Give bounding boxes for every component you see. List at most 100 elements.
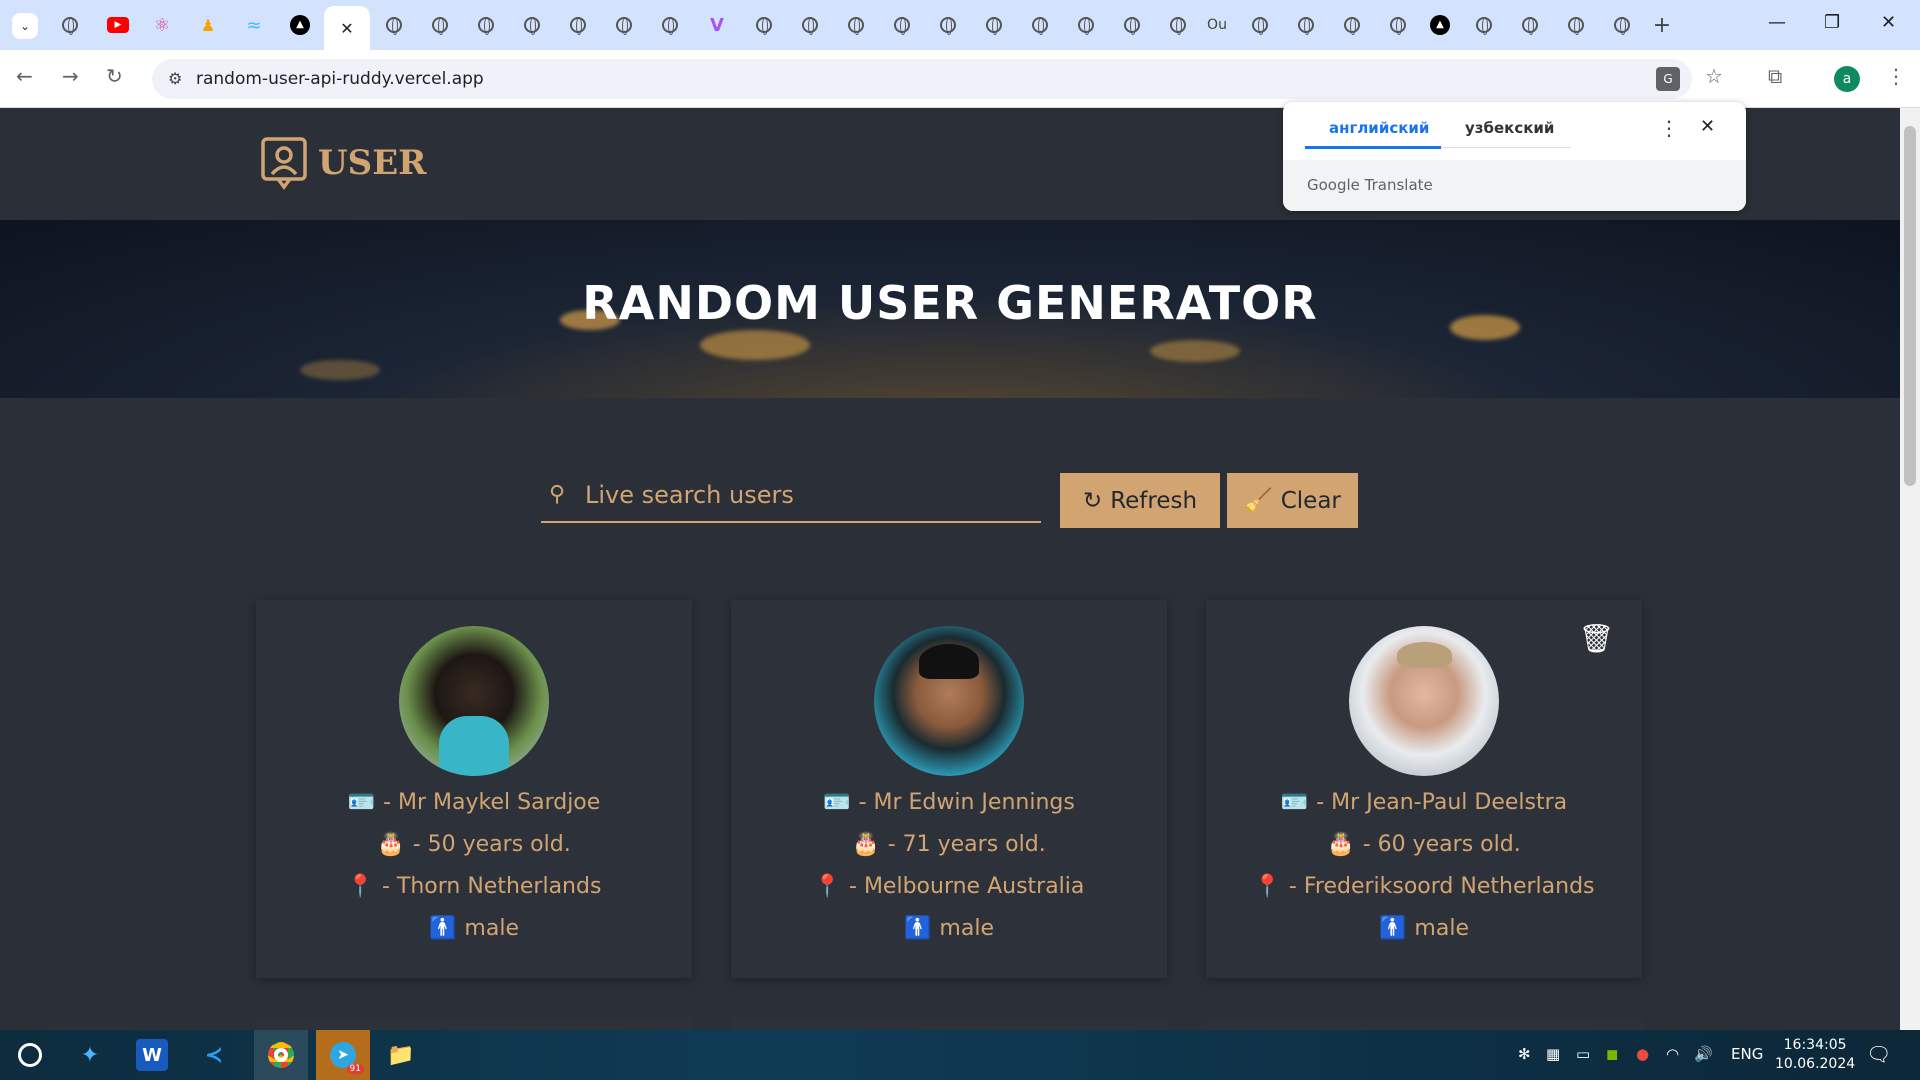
- tab-globe-24[interactable]: [1516, 11, 1544, 39]
- new-tab-button[interactable]: +: [1648, 11, 1676, 39]
- tab-vercel-2[interactable]: ▲: [1426, 11, 1454, 39]
- tab-globe-26[interactable]: [1608, 11, 1636, 39]
- tab-youtube[interactable]: ▶: [104, 11, 132, 39]
- globe-icon: [1170, 17, 1186, 35]
- banner-title: RANDOM USER GENERATOR: [582, 276, 1318, 330]
- battery-icon[interactable]: ▭: [1576, 1045, 1590, 1063]
- restore-icon[interactable]: ❐: [1824, 12, 1840, 33]
- tab-globe-15[interactable]: [1026, 11, 1054, 39]
- address-bar[interactable]: ⚙ random-user-api-ruddy.vercel.app G: [152, 59, 1692, 99]
- react-icon: ⚛: [153, 14, 171, 36]
- start-icon[interactable]: [14, 1039, 46, 1071]
- vercel-icon: ▲: [290, 15, 310, 35]
- tab-globe-20[interactable]: [1292, 11, 1320, 39]
- user-gender: 🚹 male: [731, 916, 1167, 941]
- tab-tailwind[interactable]: ≈: [240, 11, 268, 39]
- menu-icon[interactable]: ⋮: [1886, 64, 1906, 88]
- tab-search-button[interactable]: ⌄: [12, 13, 38, 39]
- scrollbar[interactable]: [1900, 108, 1920, 1030]
- person-icon: 🚹: [429, 916, 457, 941]
- age-text: - 50 years old.: [412, 832, 571, 857]
- translate-icon[interactable]: G: [1656, 67, 1680, 91]
- id-card-icon: 🪪: [1280, 790, 1309, 815]
- tab-app[interactable]: ♟: [194, 11, 222, 39]
- user-name: 🪪 - Mr Edwin Jennings: [731, 790, 1167, 815]
- tab-globe-11[interactable]: [842, 11, 870, 39]
- tab-globe-12[interactable]: [888, 11, 916, 39]
- tab-globe-17[interactable]: [1118, 11, 1146, 39]
- clock[interactable]: 16:34:05 10.06.2024: [1775, 1036, 1855, 1074]
- source-language-tab[interactable]: английский: [1329, 119, 1429, 137]
- tab-globe-23[interactable]: [1470, 11, 1498, 39]
- site-logo[interactable]: USER: [260, 136, 426, 190]
- cake-icon: 🎂: [852, 832, 880, 857]
- tab-globe-10[interactable]: [796, 11, 824, 39]
- person-icon: 🚹: [904, 916, 932, 941]
- notifications-icon[interactable]: 🗨: [1866, 1042, 1891, 1066]
- pin-app-icon[interactable]: ✦: [74, 1039, 106, 1071]
- tab-active[interactable]: ✕: [324, 6, 370, 50]
- tab-globe-14[interactable]: [980, 11, 1008, 39]
- tab-globe-25[interactable]: [1562, 11, 1590, 39]
- bookmark-star-icon[interactable]: ☆: [1705, 64, 1723, 88]
- more-options-icon[interactable]: ⋮: [1659, 116, 1679, 140]
- trash-icon[interactable]: 🗑: [1578, 622, 1614, 655]
- file-explorer-icon[interactable]: 📁: [385, 1039, 417, 1071]
- word-icon[interactable]: W: [136, 1039, 168, 1071]
- tab-globe-7[interactable]: [610, 11, 638, 39]
- telegram-icon[interactable]: ➤ 91: [316, 1030, 370, 1080]
- tray-app-icon[interactable]: ▦: [1546, 1045, 1560, 1063]
- globe-icon: [1614, 17, 1630, 35]
- tab-text[interactable]: Ou: [1200, 11, 1234, 39]
- tab-globe-5[interactable]: [518, 11, 546, 39]
- close-icon[interactable]: ✕: [340, 19, 353, 38]
- tab-globe-21[interactable]: [1338, 11, 1366, 39]
- search-field[interactable]: ⚲: [541, 468, 1041, 523]
- tab-globe-9[interactable]: [750, 11, 778, 39]
- tab-vite[interactable]: V: [703, 11, 731, 39]
- tab-react[interactable]: ⚛: [148, 11, 176, 39]
- tab-vercel[interactable]: ▲: [286, 11, 314, 39]
- url-text[interactable]: random-user-api-ruddy.vercel.app: [196, 69, 484, 89]
- tab-globe-16[interactable]: [1072, 11, 1100, 39]
- scrollbar-thumb[interactable]: [1904, 126, 1916, 486]
- volume-icon[interactable]: 🔊: [1694, 1045, 1713, 1063]
- wifi-icon[interactable]: ◠: [1666, 1045, 1679, 1063]
- extensions-icon[interactable]: ⧉: [1768, 64, 1782, 88]
- close-window-icon[interactable]: ✕: [1881, 12, 1896, 33]
- tab-globe-1[interactable]: [56, 11, 84, 39]
- tab-globe-18[interactable]: [1164, 11, 1192, 39]
- tab-globe-22[interactable]: [1384, 11, 1412, 39]
- vscode-icon[interactable]: ≺: [198, 1039, 230, 1071]
- nvidia-icon[interactable]: ◼: [1606, 1045, 1618, 1063]
- tab-globe-8[interactable]: [656, 11, 684, 39]
- minimize-icon[interactable]: —: [1768, 12, 1786, 33]
- chrome-icon[interactable]: [254, 1030, 308, 1080]
- tab-globe-4[interactable]: [472, 11, 500, 39]
- globe-icon: [1344, 17, 1360, 35]
- taskbar: ✦ W ≺ ➤ 91 📁 ✻ ▦ ▭ ◼ ● ◠ 🔊 ENG 16:34:05 1…: [0, 1030, 1920, 1080]
- gender-text: male: [1414, 916, 1469, 941]
- globe-icon: [62, 17, 78, 35]
- globe-icon: [616, 17, 632, 35]
- language-indicator[interactable]: ENG: [1731, 1045, 1763, 1063]
- antivirus-icon[interactable]: ●: [1636, 1045, 1649, 1063]
- close-icon[interactable]: ✕: [1700, 116, 1715, 137]
- vite-icon: V: [710, 14, 724, 36]
- tab-globe-6[interactable]: [564, 11, 592, 39]
- hero-banner: RANDOM USER GENERATOR: [0, 220, 1900, 398]
- reload-icon[interactable]: ↻: [106, 64, 123, 88]
- slack-icon[interactable]: ✻: [1518, 1045, 1531, 1063]
- search-input[interactable]: [585, 476, 1025, 514]
- tab-globe-13[interactable]: [934, 11, 962, 39]
- tab-globe-2[interactable]: [380, 11, 408, 39]
- tab-globe-3[interactable]: [426, 11, 454, 39]
- target-language-tab[interactable]: узбекский: [1465, 119, 1554, 137]
- forward-icon[interactable]: →: [62, 64, 79, 88]
- tab-globe-19[interactable]: [1246, 11, 1274, 39]
- back-icon[interactable]: ←: [16, 64, 33, 88]
- refresh-button[interactable]: ↻ Refresh: [1060, 473, 1220, 528]
- clear-button[interactable]: 🧹 Clear: [1227, 473, 1358, 528]
- site-info-icon[interactable]: ⚙: [168, 69, 182, 88]
- profile-avatar[interactable]: a: [1834, 66, 1860, 92]
